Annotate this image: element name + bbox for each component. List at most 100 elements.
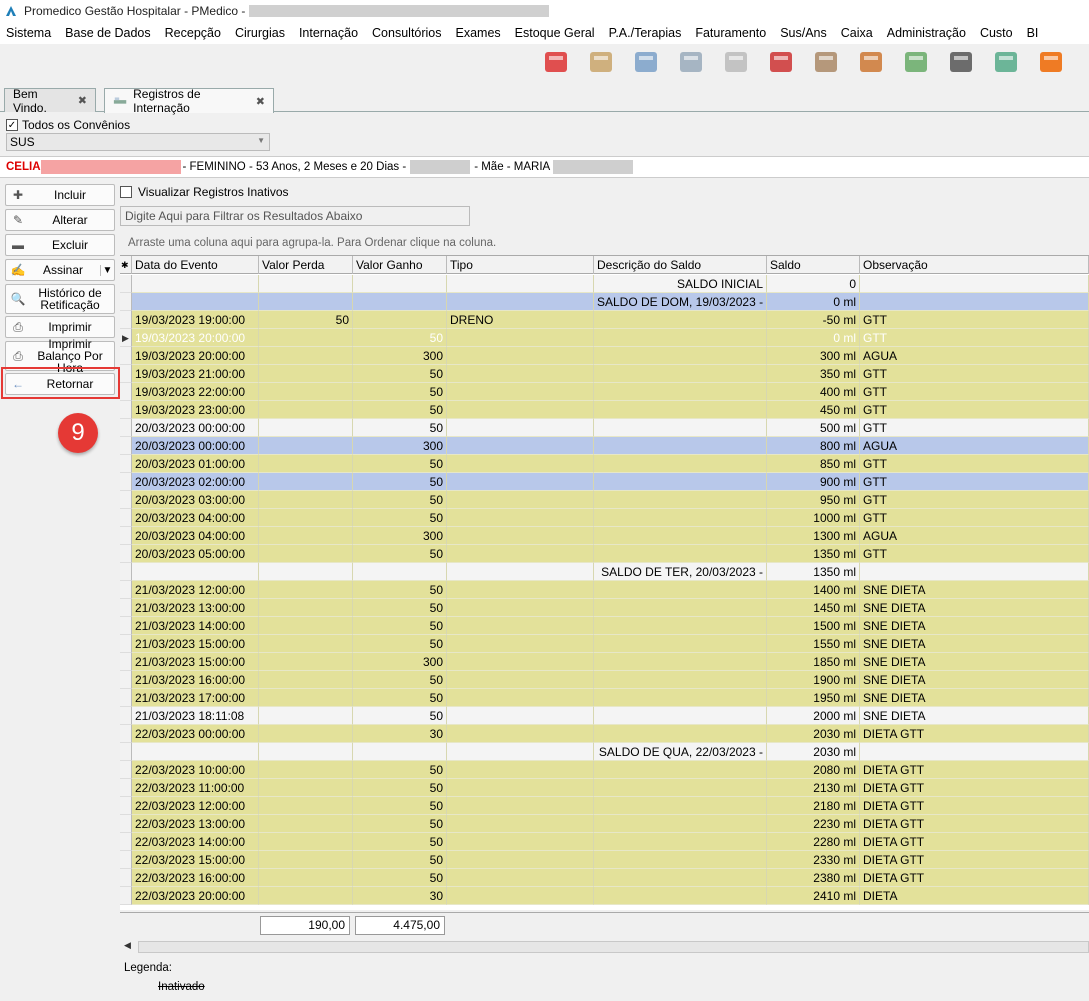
menu-item-8[interactable]: P.A./Terapias xyxy=(609,26,682,40)
table-row[interactable]: 22/03/2023 11:00:00 50 2130 ml DIETA GTT xyxy=(120,779,1089,797)
table-row[interactable]: 22/03/2023 15:00:00 50 2330 ml DIETA GTT xyxy=(120,851,1089,869)
inativos-checkbox[interactable] xyxy=(120,186,132,198)
users-refresh-icon[interactable] xyxy=(540,45,572,77)
row-selector[interactable] xyxy=(120,275,132,293)
building-tools-icon[interactable] xyxy=(810,45,842,77)
column-header[interactable]: Saldo xyxy=(767,256,860,274)
excluir-button[interactable]: ▬ Excluir xyxy=(5,234,115,256)
row-selector[interactable] xyxy=(120,617,132,635)
cash-register-icon[interactable] xyxy=(990,45,1022,77)
phone-book-icon[interactable] xyxy=(1035,45,1067,77)
table-row[interactable]: 19/03/2023 23:00:00 50 450 ml GTT xyxy=(120,401,1089,419)
scroll-thumb[interactable] xyxy=(138,941,1089,953)
row-selector[interactable] xyxy=(120,761,132,779)
row-selector[interactable] xyxy=(120,545,132,563)
table-row[interactable]: 19/03/2023 20:00:00 300 300 ml AGUA xyxy=(120,347,1089,365)
table-row[interactable]: SALDO DE TER, 20/03/2023 -1350 ml xyxy=(120,563,1089,581)
table-row[interactable]: 21/03/2023 16:00:00 50 1900 ml SNE DIETA xyxy=(120,671,1089,689)
menu-item-13[interactable]: Custo xyxy=(980,26,1013,40)
table-row[interactable]: 20/03/2023 05:00:00 50 1350 ml GTT xyxy=(120,545,1089,563)
tab-bem-vindo[interactable]: Bem Vindo. ✖ xyxy=(4,87,96,115)
row-selector[interactable] xyxy=(120,563,132,581)
row-selector-header[interactable]: ✱ xyxy=(120,256,132,274)
menu-item-14[interactable]: BI xyxy=(1027,26,1039,40)
todos-convenios-checkbox[interactable]: ✓ xyxy=(6,119,18,131)
menu-item-12[interactable]: Administração xyxy=(887,26,966,40)
table-row[interactable]: ▶ 19/03/2023 20:00:00 50 0 ml GTT xyxy=(120,329,1089,347)
table-row[interactable]: 20/03/2023 00:00:00 50 500 ml GTT xyxy=(120,419,1089,437)
column-header[interactable]: Tipo xyxy=(447,256,594,274)
menu-item-5[interactable]: Consultórios xyxy=(372,26,441,40)
row-selector[interactable] xyxy=(120,509,132,527)
inativos-row[interactable]: Visualizar Registros Inativos xyxy=(120,185,289,199)
row-selector[interactable] xyxy=(120,851,132,869)
row-selector[interactable] xyxy=(120,311,132,329)
table-row[interactable]: 21/03/2023 14:00:00 50 1500 ml SNE DIETA xyxy=(120,617,1089,635)
table-row[interactable]: 19/03/2023 21:00:00 50 350 ml GTT xyxy=(120,365,1089,383)
close-tab-icon[interactable]: ✖ xyxy=(78,94,87,107)
horizontal-scrollbar[interactable]: ◀ xyxy=(120,940,1089,954)
table-row[interactable]: 22/03/2023 10:00:00 50 2080 ml DIETA GTT xyxy=(120,761,1089,779)
table-row[interactable]: 21/03/2023 12:00:00 50 1400 ml SNE DIETA xyxy=(120,581,1089,599)
ambulance-icon[interactable] xyxy=(720,45,752,77)
table-row[interactable]: 20/03/2023 01:00:00 50 850 ml GTT xyxy=(120,455,1089,473)
incluir-button[interactable]: ✚ Incluir xyxy=(5,184,115,206)
menu-item-2[interactable]: Recepção xyxy=(165,26,221,40)
document-pen-icon[interactable] xyxy=(675,45,707,77)
column-header[interactable]: Valor Ganho xyxy=(353,256,447,274)
grid-filter-input[interactable]: Digite Aqui para Filtrar os Resultados A… xyxy=(120,206,470,226)
imprimir-button[interactable]: ⎙ Imprimir xyxy=(5,316,115,338)
menu-item-6[interactable]: Exames xyxy=(456,26,501,40)
row-selector[interactable] xyxy=(120,491,132,509)
menu-item-3[interactable]: Cirurgias xyxy=(235,26,285,40)
table-row[interactable]: 21/03/2023 15:00:00 300 1850 ml SNE DIETA xyxy=(120,653,1089,671)
row-selector[interactable] xyxy=(120,797,132,815)
row-selector[interactable] xyxy=(120,635,132,653)
table-row[interactable]: SALDO DE DOM, 19/03/2023 -0 ml xyxy=(120,293,1089,311)
table-row[interactable]: 20/03/2023 04:00:00 300 1300 ml AGUA xyxy=(120,527,1089,545)
table-row[interactable]: 20/03/2023 02:00:00 50 900 ml GTT xyxy=(120,473,1089,491)
menu-item-11[interactable]: Caixa xyxy=(841,26,873,40)
row-selector[interactable] xyxy=(120,293,132,311)
column-header[interactable]: Descrição do Saldo xyxy=(594,256,767,274)
table-row[interactable]: 19/03/2023 19:00:00 50 DRENO -50 ml GTT xyxy=(120,311,1089,329)
row-selector[interactable] xyxy=(120,869,132,887)
todos-convenios-row[interactable]: ✓ Todos os Convênios xyxy=(6,118,130,132)
tab-registros-internacao[interactable]: Registros de Internação ✖ xyxy=(104,87,274,115)
column-header[interactable]: Data do Evento xyxy=(132,256,259,274)
row-selector[interactable] xyxy=(120,653,132,671)
table-row[interactable]: 20/03/2023 04:00:00 50 1000 ml GTT xyxy=(120,509,1089,527)
menu-item-7[interactable]: Estoque Geral xyxy=(515,26,595,40)
table-row[interactable]: 22/03/2023 16:00:00 50 2380 ml DIETA GTT xyxy=(120,869,1089,887)
table-row[interactable]: 20/03/2023 03:00:00 50 950 ml GTT xyxy=(120,491,1089,509)
row-selector[interactable] xyxy=(120,779,132,797)
row-selector[interactable] xyxy=(120,743,132,761)
row-selector[interactable] xyxy=(120,707,132,725)
menu-item-0[interactable]: Sistema xyxy=(6,26,51,40)
row-selector[interactable] xyxy=(120,383,132,401)
table-row[interactable]: 22/03/2023 12:00:00 50 2180 ml DIETA GTT xyxy=(120,797,1089,815)
row-selector[interactable] xyxy=(120,599,132,617)
row-selector[interactable] xyxy=(120,455,132,473)
boxes-up-icon[interactable] xyxy=(855,45,887,77)
patient-card-icon[interactable] xyxy=(585,45,617,77)
table-row[interactable]: 19/03/2023 22:00:00 50 400 ml GTT xyxy=(120,383,1089,401)
scroll-left-icon[interactable]: ◀ xyxy=(124,940,131,951)
column-header[interactable]: Valor Perda xyxy=(259,256,353,274)
table-row[interactable]: 21/03/2023 18:11:08 50 2000 ml SNE DIETA xyxy=(120,707,1089,725)
menu-item-10[interactable]: Sus/Ans xyxy=(780,26,827,40)
table-row[interactable]: 21/03/2023 17:00:00 50 1950 ml SNE DIETA xyxy=(120,689,1089,707)
table-row[interactable]: 22/03/2023 00:00:00 30 2030 ml DIETA GTT xyxy=(120,725,1089,743)
column-header[interactable]: Observação xyxy=(860,256,1089,274)
table-row[interactable]: SALDO DE QUA, 22/03/2023 -2030 ml xyxy=(120,743,1089,761)
emergency-vehicle-icon[interactable] xyxy=(765,45,797,77)
menu-item-1[interactable]: Base de Dados xyxy=(65,26,150,40)
row-selector[interactable] xyxy=(120,581,132,599)
close-tab-icon[interactable]: ✖ xyxy=(256,95,265,108)
doctor-icon[interactable] xyxy=(630,45,662,77)
row-selector[interactable] xyxy=(120,887,132,905)
table-row[interactable]: 20/03/2023 00:00:00 300 800 ml AGUA xyxy=(120,437,1089,455)
row-selector[interactable] xyxy=(120,689,132,707)
row-selector[interactable]: ▶ xyxy=(120,329,132,347)
table-row[interactable]: SALDO INICIAL 0 xyxy=(120,275,1089,293)
